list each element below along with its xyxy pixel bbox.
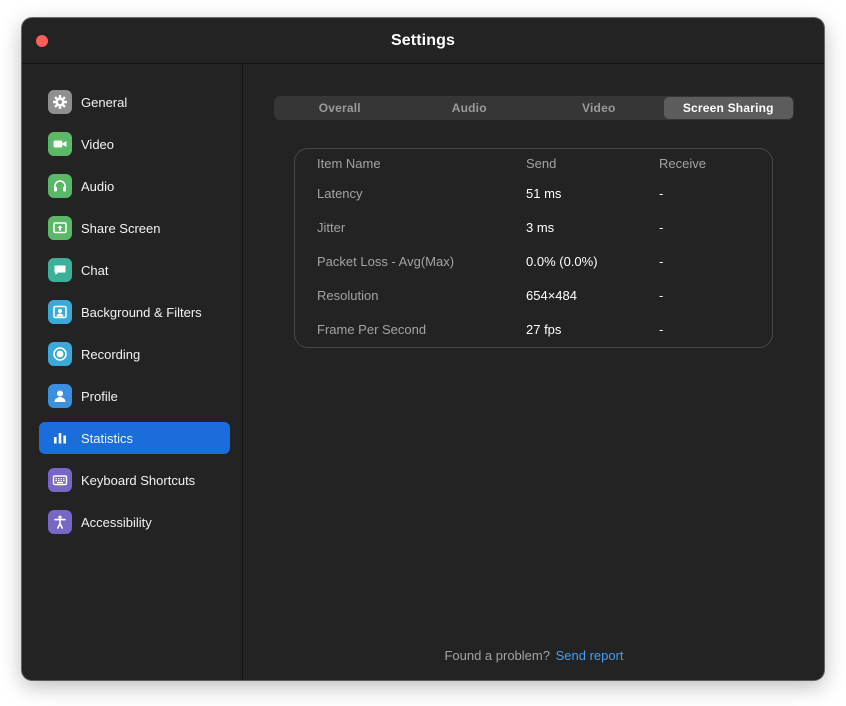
portrait-icon [48, 300, 72, 324]
sidebar-item-accessibility[interactable]: Accessibility [39, 506, 230, 538]
tab-screen-sharing[interactable]: Screen Sharing [663, 97, 793, 119]
receive-value: - [659, 322, 664, 337]
send-value: 3 ms [526, 220, 555, 235]
receive-value: - [659, 186, 664, 201]
sidebar-item-label: General [81, 94, 128, 110]
column-header-receive: Receive [659, 156, 706, 171]
table-header: Item Name Send Receive [295, 154, 772, 174]
send-value: 27 fps [526, 322, 562, 337]
found-problem-text: Found a problem? [444, 648, 550, 663]
row-label: Packet Loss - Avg(Max) [317, 254, 455, 269]
window-title: Settings [391, 32, 455, 49]
sidebar-item-label: Audio [81, 178, 115, 194]
table-row: Latency 51 ms - [295, 184, 772, 204]
tab-overall[interactable]: Overall [275, 97, 405, 119]
title-bar: Settings [22, 18, 824, 64]
sidebar-item-recording[interactable]: Recording [39, 338, 230, 370]
row-label: Resolution [317, 288, 379, 303]
statistics-tabs: Overall Audio Video Screen Sharing [274, 96, 794, 120]
share-screen-icon [48, 216, 72, 240]
column-header-item-name: Item Name [317, 156, 381, 171]
sidebar-item-label: Chat [81, 262, 109, 278]
receive-value: - [659, 220, 664, 235]
sidebar-item-label: Recording [81, 346, 141, 362]
sidebar-item-label: Profile [81, 388, 118, 404]
table-row: Jitter 3 ms - [295, 218, 772, 238]
report-footer: Found a problem? Send report [244, 648, 824, 663]
accessibility-icon [48, 510, 72, 534]
send-report-link[interactable]: Send report [556, 648, 624, 663]
sidebar-item-label: Background & Filters [81, 304, 202, 320]
gear-icon [48, 90, 72, 114]
row-label: Frame Per Second [317, 322, 427, 337]
sidebar-item-label: Accessibility [81, 514, 152, 530]
sidebar-item-label: Video [81, 136, 115, 152]
statistics-table: Item Name Send Receive Latency 51 ms - J… [294, 148, 773, 348]
person-icon [48, 384, 72, 408]
sidebar-item-statistics[interactable]: Statistics [39, 422, 230, 454]
sidebar-item-label: Share Screen [81, 220, 161, 236]
sidebar-item-video[interactable]: Video [39, 128, 230, 160]
tab-audio[interactable]: Audio [405, 97, 535, 119]
chat-bubble-icon [48, 258, 72, 282]
send-value: 654×484 [526, 288, 577, 303]
table-row: Frame Per Second 27 fps - [295, 320, 772, 340]
row-label: Jitter [317, 220, 346, 235]
sidebar-item-general[interactable]: General [39, 86, 230, 118]
column-header-send: Send [526, 156, 557, 171]
send-value: 51 ms [526, 186, 562, 201]
sidebar-item-background-filters[interactable]: Background & Filters [39, 296, 230, 328]
headphones-icon [48, 174, 72, 198]
sidebar-item-keyboard-shortcuts[interactable]: Keyboard Shortcuts [39, 464, 230, 496]
settings-window: Settings General Video Audio Share Scree… [22, 18, 824, 680]
sidebar-item-chat[interactable]: Chat [39, 254, 230, 286]
video-camera-icon [48, 132, 72, 156]
table-row: Resolution 654×484 - [295, 286, 772, 306]
send-value: 0.0% (0.0%) [526, 254, 598, 269]
receive-value: - [659, 288, 664, 303]
settings-sidebar: General Video Audio Share Screen Chat Ba… [22, 64, 243, 680]
keyboard-icon [48, 468, 72, 492]
bar-chart-icon [48, 426, 72, 450]
sidebar-item-label: Statistics [81, 430, 134, 446]
sidebar-item-share-screen[interactable]: Share Screen [39, 212, 230, 244]
row-label: Latency [317, 186, 363, 201]
tab-video[interactable]: Video [534, 97, 664, 119]
receive-value: - [659, 254, 664, 269]
sidebar-item-profile[interactable]: Profile [39, 380, 230, 412]
sidebar-item-label: Keyboard Shortcuts [81, 472, 196, 488]
sidebar-item-audio[interactable]: Audio [39, 170, 230, 202]
statistics-panel: Overall Audio Video Screen Sharing Item … [244, 64, 824, 680]
record-icon [48, 342, 72, 366]
table-row: Packet Loss - Avg(Max) 0.0% (0.0%) - [295, 252, 772, 272]
